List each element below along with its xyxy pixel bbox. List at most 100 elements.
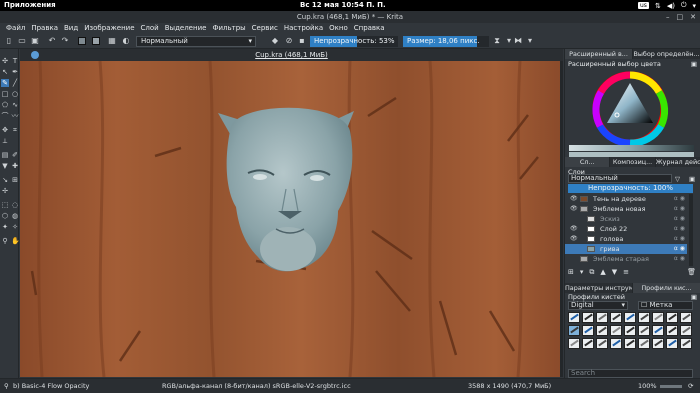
- brush-preset-thumbnail[interactable]: [568, 325, 580, 336]
- layer-opacity-slider[interactable]: Непрозрачность: 100%: [568, 184, 693, 193]
- brush-preset-icon[interactable]: ◐: [121, 36, 131, 46]
- window-titlebar[interactable]: Cup.kra (468,1 МиБ) * — Krita – □ ✕: [0, 11, 700, 23]
- zoom-tool-icon[interactable]: ⚲: [1, 237, 9, 245]
- menu-tools[interactable]: Сервис: [249, 23, 281, 34]
- lasso-select-tool-icon[interactable]: ◍: [11, 212, 19, 220]
- rect-select-tool-icon[interactable]: ⬚: [1, 201, 9, 209]
- close-icon[interactable]: ✕: [690, 11, 696, 23]
- minimize-icon[interactable]: –: [666, 11, 670, 23]
- brush-preset-thumbnail[interactable]: [666, 338, 678, 349]
- canvas-vertical-scrollbar[interactable]: [560, 61, 563, 377]
- brush-preset-thumbnail[interactable]: [666, 312, 678, 323]
- brush-preset-thumbnail[interactable]: [624, 325, 636, 336]
- layer-properties-icon[interactable]: ≡: [623, 268, 629, 277]
- brush-preset-thumbnail[interactable]: [610, 312, 622, 323]
- eye-icon[interactable]: 👁: [570, 224, 578, 234]
- calligraphy-tool-icon[interactable]: ✒: [11, 68, 19, 76]
- network-icon[interactable]: ⇅: [655, 2, 661, 10]
- layer-row[interactable]: 👁 Тень на дереве ⍺ ◉: [565, 194, 687, 204]
- eye-icon[interactable]: 👁: [570, 194, 578, 204]
- fill-pattern-icon[interactable]: ▦: [107, 36, 117, 46]
- brush-preset-thumbnail[interactable]: [568, 338, 580, 349]
- gradient-tool-icon[interactable]: ▤: [1, 151, 9, 159]
- applications-menu[interactable]: Приложения: [4, 1, 56, 9]
- background-color-swatch[interactable]: [92, 37, 100, 45]
- brush-preset-thumbnail[interactable]: [596, 312, 608, 323]
- menu-window[interactable]: Окно: [326, 23, 351, 34]
- brush-preset-thumbnail[interactable]: [568, 312, 580, 323]
- rotate-canvas-icon[interactable]: ⟳: [688, 379, 693, 393]
- tab-compositions[interactable]: Композиц...: [610, 157, 656, 167]
- color-picker-tool-icon[interactable]: ✐: [11, 151, 19, 159]
- menu-settings[interactable]: Настройка: [281, 23, 326, 34]
- reset-settings-icon[interactable]: ⊘: [284, 36, 294, 46]
- tab-layers[interactable]: Сл...: [565, 157, 611, 167]
- layer-state-icons[interactable]: ⍺ ◉: [674, 234, 685, 244]
- polygon-tool-icon[interactable]: ⬠: [1, 101, 9, 109]
- mirror-dropdown-icon[interactable]: ▾: [525, 36, 535, 46]
- eraser-mode-icon[interactable]: ◆: [270, 36, 280, 46]
- mirror-horizontal-icon[interactable]: ⧗: [492, 36, 502, 46]
- delete-layer-icon[interactable]: 🗑: [687, 268, 696, 277]
- docker-close-icon[interactable]: ▣: [691, 60, 697, 68]
- menu-help[interactable]: Справка: [351, 23, 388, 34]
- power-icon[interactable]: ⏻: [681, 1, 687, 10]
- layer-state-icons[interactable]: ⍺ ◉: [674, 194, 685, 204]
- layer-state-icons[interactable]: ⍺ ◉: [674, 224, 685, 234]
- brush-preset-thumbnail[interactable]: [638, 338, 650, 349]
- crop-tool-icon[interactable]: ⌗: [11, 126, 19, 134]
- save-icon[interactable]: ▣: [30, 36, 40, 46]
- brush-status-icon[interactable]: ⚲: [4, 379, 9, 393]
- tab-undo-history[interactable]: Журнал действ...: [655, 157, 700, 167]
- docker-menu-icon[interactable]: ▣: [689, 175, 695, 183]
- ellipse-select-tool-icon[interactable]: ◌: [11, 201, 19, 209]
- layer-state-icons[interactable]: ⍺ ◉: [674, 204, 685, 214]
- menu-layer[interactable]: Слой: [138, 23, 162, 34]
- layer-row[interactable]: Эскиз ⍺ ◉: [565, 214, 687, 224]
- mirror-vertical-icon[interactable]: ⧓: [513, 36, 523, 46]
- brush-preset-thumbnail[interactable]: [638, 325, 650, 336]
- brush-preset-thumbnail[interactable]: [652, 338, 664, 349]
- brush-search-input[interactable]: Search: [568, 369, 693, 378]
- layers-scrollbar[interactable]: [689, 194, 693, 266]
- alpha-lock-icon[interactable]: ▪: [297, 36, 307, 46]
- layer-blend-mode-select[interactable]: Нормальный: [568, 174, 672, 183]
- eye-icon[interactable]: 👁: [570, 204, 578, 214]
- eye-icon[interactable]: 👁: [570, 234, 578, 244]
- text-tool-icon[interactable]: T: [11, 57, 19, 65]
- brush-preset-thumbnail[interactable]: [624, 312, 636, 323]
- docker-close-icon[interactable]: ▣: [691, 293, 697, 301]
- line-tool-icon[interactable]: ╱: [11, 79, 19, 87]
- tab-brush-presets[interactable]: Профили кис...: [633, 283, 700, 293]
- brush-preset-thumbnail[interactable]: [638, 312, 650, 323]
- brush-preset-thumbnail[interactable]: [596, 338, 608, 349]
- new-document-icon[interactable]: ▯: [4, 36, 14, 46]
- brush-preset-thumbnail[interactable]: [582, 338, 594, 349]
- preset-filter-select[interactable]: Digital ▾: [568, 301, 628, 310]
- similar-select-tool-icon[interactable]: ✧: [11, 223, 19, 231]
- chevron-down-icon[interactable]: ▾: [692, 2, 696, 10]
- contiguous-select-tool-icon[interactable]: ✦: [1, 223, 9, 231]
- bezier-tool-icon[interactable]: ⌒: [1, 112, 9, 120]
- blend-mode-select[interactable]: Нормальный ▾: [136, 36, 256, 47]
- tab-specific-color[interactable]: Выбор определён...: [633, 49, 700, 59]
- redo-icon[interactable]: ↷: [60, 36, 70, 46]
- polygon-select-tool-icon[interactable]: ⬡: [1, 212, 9, 220]
- pan-tool-icon[interactable]: ✢: [1, 187, 9, 195]
- smart-patch-tool-icon[interactable]: ✚: [11, 162, 19, 170]
- reference-tool-icon[interactable]: ⊞: [11, 176, 19, 184]
- document-tab[interactable]: Cup.kra (468,1 МиБ): [20, 49, 563, 61]
- add-layer-icon[interactable]: ⊞: [568, 268, 574, 277]
- clock[interactable]: Вс 12 мая 10:54 П. П.: [300, 1, 386, 9]
- layer-row[interactable]: 👁 Слой 22 ⍺ ◉: [565, 224, 687, 234]
- freehand-brush-tool-icon[interactable]: ✎: [1, 79, 9, 87]
- system-tray[interactable]: us ⇅ ◀) ⏻ ▾: [638, 1, 696, 10]
- brush-preset-thumbnail[interactable]: [680, 325, 692, 336]
- brush-preset-thumbnail[interactable]: [610, 338, 622, 349]
- chevron-down-icon[interactable]: ▾: [580, 268, 584, 277]
- brush-preset-thumbnail[interactable]: [680, 338, 692, 349]
- layer-row[interactable]: 👁 голова ⍺ ◉: [565, 234, 687, 244]
- brush-preset-thumbnail[interactable]: [652, 325, 664, 336]
- brush-preset-thumbnail[interactable]: [596, 325, 608, 336]
- brush-preset-thumbnail[interactable]: [610, 325, 622, 336]
